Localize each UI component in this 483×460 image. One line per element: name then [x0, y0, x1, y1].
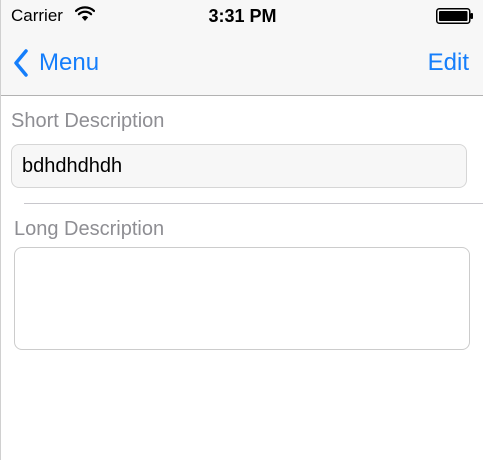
battery-icon [436, 8, 473, 24]
long-description-label: Long Description [14, 218, 165, 240]
separator [24, 203, 483, 204]
short-description-field[interactable] [11, 144, 467, 188]
status-time: 3:31 PM [208, 6, 277, 26]
back-button-label: Menu [39, 49, 100, 76]
status-bar: Carrier 3:31 PM [1, 0, 483, 32]
long-description-field[interactable] [14, 247, 470, 350]
edit-button[interactable]: Edit [428, 48, 469, 78]
navigation-bar: Menu Edit [1, 32, 483, 96]
back-button[interactable]: Menu [13, 48, 99, 78]
short-description-label: Short Description [11, 110, 165, 132]
chevron-left-icon [14, 49, 28, 77]
app-screen: Carrier 3:31 PM Menu Edit Short Descript… [0, 0, 483, 460]
